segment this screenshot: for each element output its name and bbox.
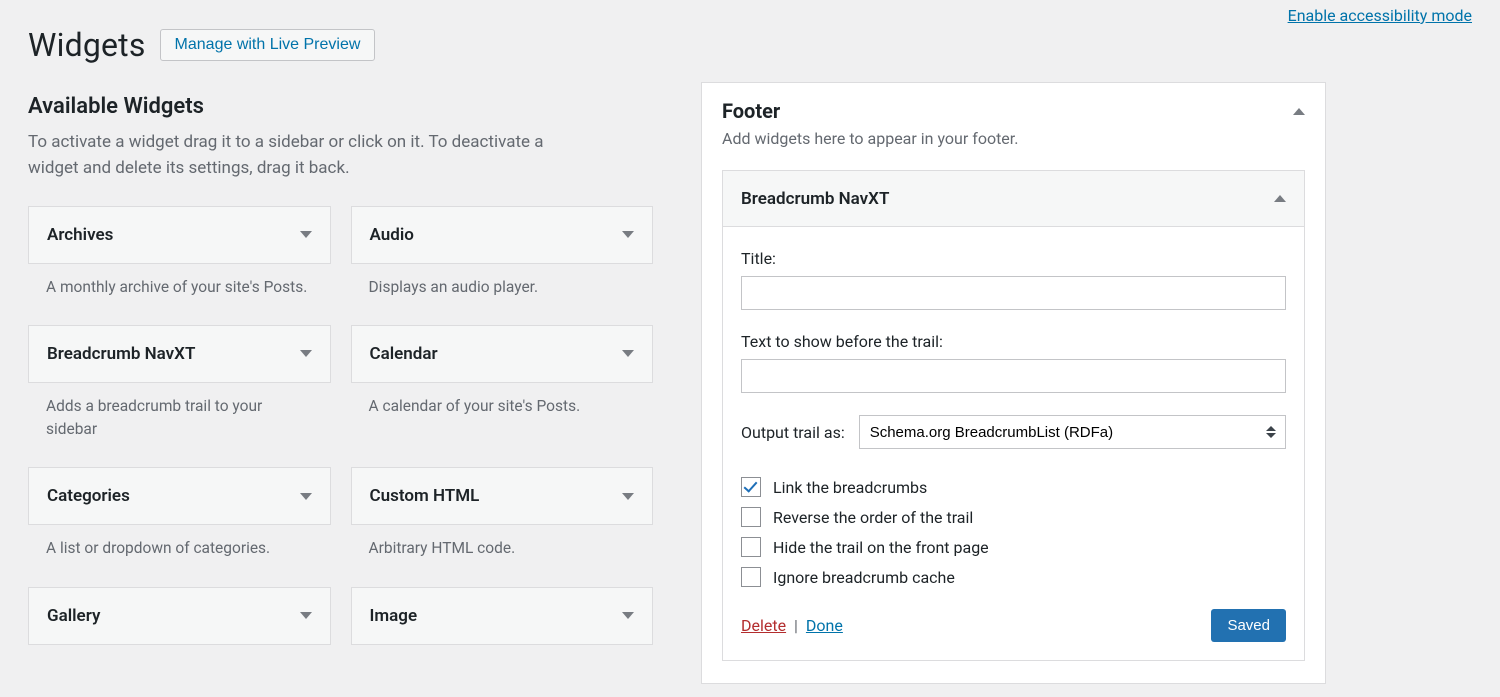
widget-instance-title: Breadcrumb NavXT: [741, 189, 889, 209]
widget-tile-gallery[interactable]: Gallery: [28, 587, 331, 645]
sidebar-area-title: Footer: [722, 99, 780, 123]
checkbox-label: Reverse the order of the trail: [773, 508, 973, 527]
widget-tile-label: Image: [370, 606, 418, 626]
checkbox-ignore-cache[interactable]: Ignore breadcrumb cache: [741, 567, 1286, 587]
widget-instance-toggle[interactable]: Breadcrumb NavXT: [723, 171, 1304, 227]
chevron-up-icon: [1293, 108, 1305, 115]
widget-tile-label: Audio: [370, 225, 414, 245]
output-trail-label: Output trail as:: [741, 423, 845, 442]
checkbox-link-breadcrumbs[interactable]: Link the breadcrumbs: [741, 477, 1286, 497]
widget-action-links: Delete | Done: [741, 616, 843, 635]
widget-tile-custom-html[interactable]: Custom HTML: [351, 467, 654, 525]
pretext-label: Text to show before the trail:: [741, 332, 1286, 351]
available-widgets-column: Available Widgets To activate a widget d…: [28, 82, 653, 671]
widget-tile-label: Calendar: [370, 344, 438, 364]
widget-tile-label: Breadcrumb NavXT: [47, 344, 195, 364]
done-link[interactable]: Done: [806, 616, 843, 635]
page-title: Widgets: [28, 26, 146, 64]
widget-tile-label: Archives: [47, 225, 113, 245]
page-header: Widgets Manage with Live Preview: [28, 0, 1472, 82]
chevron-down-icon: [622, 493, 634, 500]
title-label: Title:: [741, 249, 1286, 268]
checkbox-icon: [741, 507, 761, 527]
output-trail-select[interactable]: Schema.org BreadcrumbList (RDFa): [859, 415, 1286, 449]
widget-tile-desc: Adds a breadcrumb trail to your sidebar: [28, 383, 331, 442]
sidebar-area-toggle[interactable]: Footer: [722, 99, 1305, 123]
widget-tile-categories[interactable]: Categories: [28, 467, 331, 525]
chevron-down-icon: [622, 612, 634, 619]
widget-tile-desc: A calendar of your site's Posts.: [351, 383, 654, 418]
checkbox-icon: [741, 567, 761, 587]
title-input[interactable]: [741, 276, 1286, 310]
chevron-down-icon: [622, 350, 634, 357]
chevron-down-icon: [300, 231, 312, 238]
chevron-down-icon: [300, 612, 312, 619]
sidebar-area-footer: Footer Add widgets here to appear in you…: [701, 82, 1326, 684]
widget-tile-calendar[interactable]: Calendar: [351, 325, 654, 383]
checkbox-icon: [741, 537, 761, 557]
delete-link[interactable]: Delete: [741, 616, 786, 635]
widget-tile-label: Categories: [47, 486, 130, 506]
widget-instance-breadcrumb-navxt: Breadcrumb NavXT Title: Text to show bef…: [722, 170, 1305, 661]
live-preview-button[interactable]: Manage with Live Preview: [160, 29, 376, 61]
chevron-down-icon: [622, 231, 634, 238]
chevron-down-icon: [300, 350, 312, 357]
widget-tile-label: Gallery: [47, 606, 100, 626]
checkbox-label: Ignore breadcrumb cache: [773, 568, 955, 587]
widget-tile-archives[interactable]: Archives: [28, 206, 331, 264]
checkbox-label: Link the breadcrumbs: [773, 478, 927, 497]
separator: |: [794, 616, 798, 635]
checkbox-reverse-order[interactable]: Reverse the order of the trail: [741, 507, 1286, 527]
widget-tile-label: Custom HTML: [370, 486, 480, 506]
widget-tile-desc: Displays an audio player.: [351, 264, 654, 299]
enable-accessibility-link[interactable]: Enable accessibility mode: [1288, 6, 1472, 25]
checkbox-hide-front-page[interactable]: Hide the trail on the front page: [741, 537, 1286, 557]
pretext-input[interactable]: [741, 359, 1286, 393]
widget-tile-image[interactable]: Image: [351, 587, 654, 645]
available-widgets-heading: Available Widgets: [28, 94, 653, 119]
chevron-down-icon: [300, 493, 312, 500]
widget-tile-desc: A monthly archive of your site's Posts.: [28, 264, 331, 299]
widget-tile-desc: A list or dropdown of categories.: [28, 525, 331, 560]
widget-tile-audio[interactable]: Audio: [351, 206, 654, 264]
widget-tile-breadcrumb-navxt[interactable]: Breadcrumb NavXT: [28, 325, 331, 383]
saved-button[interactable]: Saved: [1211, 609, 1286, 642]
widget-tile-desc: Arbitrary HTML code.: [351, 525, 654, 560]
checkbox-label: Hide the trail on the front page: [773, 538, 989, 557]
checkbox-icon: [741, 477, 761, 497]
chevron-up-icon: [1274, 195, 1286, 202]
available-widgets-description: To activate a widget drag it to a sideba…: [28, 129, 583, 182]
sidebar-area-desc: Add widgets here to appear in your foote…: [722, 129, 1305, 148]
